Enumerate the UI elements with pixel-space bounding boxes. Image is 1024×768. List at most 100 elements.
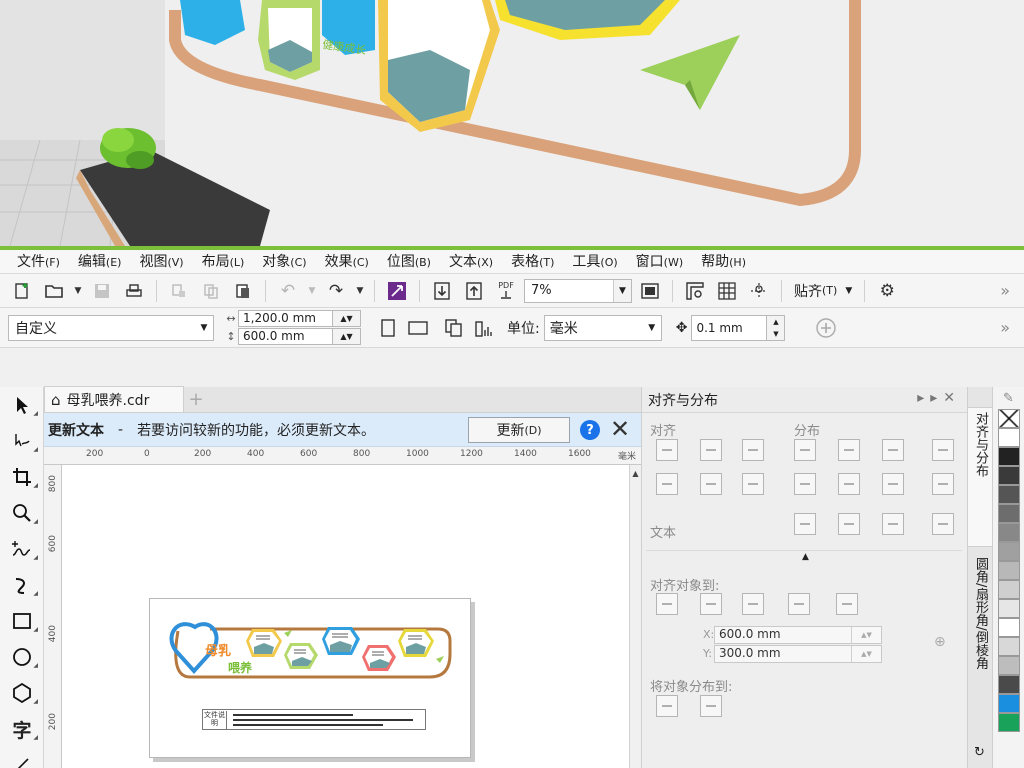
nudge-distance-input[interactable]: 0.1 mm xyxy=(691,314,768,341)
page-height-spinner[interactable]: ▲▼ xyxy=(333,328,361,345)
align-option-icon[interactable] xyxy=(838,439,860,461)
show-rulers-icon[interactable] xyxy=(681,278,709,304)
collapse-arrow-icon[interactable]: ▲ xyxy=(802,552,809,562)
color-swatch[interactable] xyxy=(998,447,1020,466)
color-swatch[interactable] xyxy=(998,561,1020,580)
align-option-icon[interactable] xyxy=(656,473,678,495)
color-swatch[interactable] xyxy=(998,523,1020,542)
color-swatch[interactable] xyxy=(998,618,1020,637)
help-icon[interactable]: ? xyxy=(580,420,600,440)
open-dropdown-icon[interactable]: ▼ xyxy=(72,278,84,304)
color-swatch[interactable] xyxy=(998,599,1020,618)
align-option-icon[interactable] xyxy=(656,593,678,615)
align-option-icon[interactable] xyxy=(788,593,810,615)
color-swatch[interactable] xyxy=(998,656,1020,675)
vertical-scrollbar[interactable]: ▲ xyxy=(629,465,641,768)
pick-tool-icon[interactable]: ◢ xyxy=(0,387,44,423)
align-option-icon[interactable] xyxy=(656,439,678,461)
propbar-overflow-icon[interactable]: » xyxy=(1000,318,1010,337)
open-folder-icon[interactable] xyxy=(40,278,68,304)
units-select[interactable]: 毫米 ▼ xyxy=(543,314,662,341)
cut-icon[interactable] xyxy=(165,278,193,304)
polygon-tool-icon[interactable]: ◢ xyxy=(0,675,44,711)
refresh-icon[interactable]: ↻ xyxy=(974,745,985,760)
export-icon[interactable] xyxy=(460,278,488,304)
undo-icon[interactable]: ↶ xyxy=(274,278,302,304)
color-swatch[interactable] xyxy=(998,466,1020,485)
parallel-dimension-tool-icon[interactable] xyxy=(0,747,44,768)
redo-dropdown-icon[interactable]: ▼ xyxy=(354,278,366,304)
document-tab[interactable]: ⌂ 母乳喂养.cdr xyxy=(44,386,184,412)
align-x-spinner[interactable]: ▲▼ xyxy=(851,627,881,643)
menu-item[interactable]: 编辑(E) xyxy=(69,250,131,274)
docker-controls[interactable]: ▸▸✕ xyxy=(917,390,961,406)
menu-item[interactable]: 文件(F) xyxy=(8,250,69,274)
align-x-input[interactable]: X: 600.0 mm ▲▼ xyxy=(703,626,882,644)
align-option-icon[interactable] xyxy=(742,439,764,461)
color-swatch[interactable] xyxy=(998,485,1020,504)
page-width-input[interactable]: 1,200.0 mm xyxy=(238,310,333,327)
show-grid-icon[interactable] xyxy=(713,278,741,304)
all-pages-icon[interactable] xyxy=(439,313,469,343)
toolbar-overflow-icon[interactable]: » xyxy=(1000,281,1010,300)
color-swatch[interactable] xyxy=(998,428,1020,447)
home-icon[interactable]: ⌂ xyxy=(51,391,61,409)
menu-item[interactable]: 视图(V) xyxy=(130,250,192,274)
page-width-spinner[interactable]: ▲▼ xyxy=(333,310,361,327)
new-document-icon[interactable] xyxy=(8,278,36,304)
corel-connect-icon[interactable] xyxy=(383,278,411,304)
add-preset-icon[interactable] xyxy=(811,313,841,343)
align-option-icon[interactable] xyxy=(932,439,954,461)
save-icon[interactable] xyxy=(88,278,116,304)
snap-to-button[interactable]: 贴齐 (T) ▼ xyxy=(790,278,856,304)
align-option-icon[interactable] xyxy=(700,593,722,615)
menu-item[interactable]: 布局(L) xyxy=(193,250,254,274)
menu-item[interactable]: 对象(C) xyxy=(253,250,315,274)
align-y-input[interactable]: Y: 300.0 mm ▲▼ xyxy=(703,645,882,663)
align-option-icon[interactable] xyxy=(882,513,904,535)
zoom-tool-icon[interactable]: ◢ xyxy=(0,495,44,531)
color-swatch[interactable] xyxy=(998,580,1020,599)
vertical-ruler[interactable]: 800 600 400 200 xyxy=(44,465,62,768)
current-page-icon[interactable] xyxy=(469,313,499,343)
shape-tool-icon[interactable]: ◢ xyxy=(0,423,44,459)
redo-icon[interactable]: ↷ xyxy=(322,278,350,304)
align-option-icon[interactable] xyxy=(932,513,954,535)
artistic-media-tool-icon[interactable]: ◢ xyxy=(0,567,44,603)
horizontal-ruler[interactable]: 200 0 200 400 600 800 1000 1200 1400 1600 毫米 xyxy=(44,447,641,465)
align-option-icon[interactable] xyxy=(838,473,860,495)
no-color-swatch[interactable] xyxy=(998,409,1020,428)
print-icon[interactable] xyxy=(120,278,148,304)
color-swatch[interactable] xyxy=(998,675,1020,694)
tab-align-distribute[interactable]: 对齐与分布 xyxy=(968,407,993,547)
align-option-icon[interactable] xyxy=(700,439,722,461)
align-option-icon[interactable] xyxy=(794,439,816,461)
import-icon[interactable] xyxy=(428,278,456,304)
align-option-icon[interactable] xyxy=(700,473,722,495)
menu-item[interactable]: 文本(X) xyxy=(440,250,502,274)
color-swatch[interactable] xyxy=(998,694,1020,713)
menu-item[interactable]: 工具(O) xyxy=(563,250,626,274)
portrait-icon[interactable] xyxy=(373,313,403,343)
ellipse-tool-icon[interactable]: ◢ xyxy=(0,639,44,675)
crop-tool-icon[interactable]: ◢ xyxy=(0,459,44,495)
menu-item[interactable]: 效果(C) xyxy=(316,250,378,274)
rectangle-tool-icon[interactable]: ◢ xyxy=(0,603,44,639)
page-size-preset-select[interactable]: 自定义 ▼ xyxy=(8,314,214,341)
menu-item[interactable]: 帮助(H) xyxy=(692,250,755,274)
full-screen-icon[interactable] xyxy=(636,278,664,304)
publish-pdf-icon[interactable]: PDF xyxy=(492,278,520,304)
freehand-tool-icon[interactable]: ◢ xyxy=(0,531,44,567)
update-text-button[interactable]: 更新 (D) xyxy=(468,417,570,443)
zoom-level-select[interactable]: 7% ▼ xyxy=(524,278,632,303)
eyedropper-icon[interactable]: ✎ xyxy=(993,387,1024,409)
copy-icon[interactable] xyxy=(197,278,225,304)
color-swatch[interactable] xyxy=(998,637,1020,656)
menu-item[interactable]: 窗口(W) xyxy=(627,250,692,274)
align-option-icon[interactable] xyxy=(794,513,816,535)
align-option-icon[interactable] xyxy=(794,473,816,495)
align-option-icon[interactable] xyxy=(838,513,860,535)
align-option-icon[interactable] xyxy=(932,473,954,495)
align-option-icon[interactable] xyxy=(656,695,678,717)
landscape-icon[interactable] xyxy=(403,313,433,343)
